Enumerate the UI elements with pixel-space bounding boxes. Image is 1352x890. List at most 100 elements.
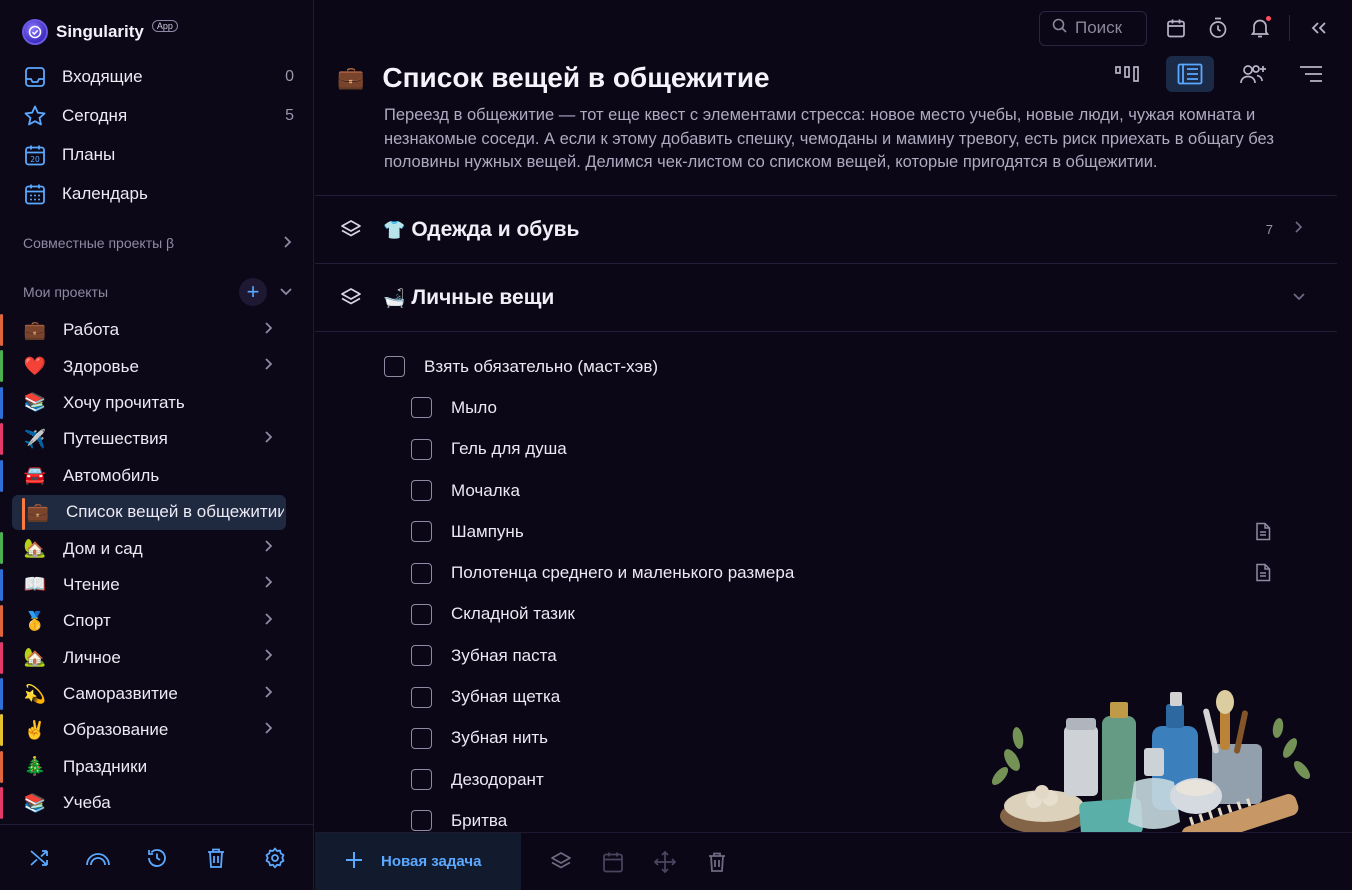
project-label: Путешествия	[63, 429, 168, 449]
nav-item-calendar[interactable]: Календарь	[0, 174, 314, 213]
chevron-right-icon[interactable]	[264, 685, 274, 704]
project-emoji: 💼	[26, 501, 50, 523]
chevron-down-icon[interactable]	[1291, 289, 1307, 307]
project-color-bar	[0, 605, 3, 638]
project-emoji: 📚	[23, 392, 47, 414]
project-item[interactable]: 🏡 Дом и сад	[0, 530, 314, 566]
project-emoji: 🏡	[23, 538, 47, 560]
list-view-icon[interactable]	[1166, 56, 1214, 92]
kanban-view-icon[interactable]	[1108, 56, 1146, 92]
nav-item-inbox[interactable]: Входящие 0	[0, 57, 314, 96]
svg-text:20: 20	[30, 155, 40, 164]
new-task-button[interactable]: Новая задача	[315, 832, 521, 890]
chevron-right-icon[interactable]	[264, 575, 274, 594]
move-icon[interactable]	[653, 850, 677, 874]
bell-icon[interactable]	[1247, 15, 1273, 41]
project-item[interactable]: 💼 Работа	[0, 312, 314, 348]
rainbow-icon[interactable]	[83, 843, 113, 873]
chevron-right-icon[interactable]	[264, 321, 274, 340]
chevron-right-icon[interactable]	[264, 539, 274, 558]
task-row[interactable]: Зубная паста	[315, 635, 1337, 676]
task-checkbox[interactable]	[411, 727, 432, 749]
group-title-text: Одежда и обувь	[411, 217, 580, 241]
my-projects-header: Мои проекты +	[23, 278, 293, 306]
parent-task-row[interactable]: Взять обязательно (маст-хэв)	[315, 346, 1337, 387]
search-box[interactable]: Поиск	[1039, 10, 1147, 46]
task-checkbox[interactable]	[411, 562, 432, 584]
note-icon[interactable]	[1255, 522, 1273, 542]
calendar-icon[interactable]	[1163, 15, 1189, 41]
project-item[interactable]: 🎄 Праздники	[0, 749, 314, 785]
project-emoji: ❤️	[23, 356, 47, 378]
chevron-right-icon[interactable]	[264, 430, 274, 449]
task-row[interactable]: Полотенца среднего и маленького размера	[315, 552, 1337, 593]
sort-icon[interactable]	[1292, 56, 1330, 92]
star-icon	[22, 103, 48, 129]
calendar-icon[interactable]	[601, 850, 625, 874]
task-checkbox[interactable]	[411, 645, 432, 667]
note-icon[interactable]	[1255, 563, 1273, 583]
task-row[interactable]: Складной тазик	[315, 594, 1337, 635]
assign-user-icon[interactable]	[1234, 56, 1272, 92]
group-personal[interactable]: 🛁 Личные вещи	[315, 263, 1337, 331]
chevron-right-icon[interactable]	[264, 648, 274, 667]
collapse-sidebar-icon[interactable]	[1306, 15, 1332, 41]
project-item[interactable]: ❤️ Здоровье	[0, 348, 314, 384]
layers-icon[interactable]	[549, 850, 573, 874]
project-color-bar	[0, 350, 3, 383]
project-label: Образование	[63, 720, 169, 740]
nav-item-plans[interactable]: 20 Планы	[0, 135, 314, 174]
group-clothes[interactable]: 👕 Одежда и обувь 7	[315, 195, 1337, 263]
project-item[interactable]: 🥇 Спорт	[0, 603, 314, 639]
settings-gear-icon[interactable]	[260, 843, 290, 873]
toolbar-divider	[1289, 15, 1290, 41]
shared-projects-header[interactable]: Совместные проекты β	[23, 231, 293, 255]
task-row[interactable]: Мочалка	[315, 470, 1337, 511]
task-checkbox[interactable]	[411, 810, 432, 832]
project-color-bar	[0, 314, 3, 346]
chevron-right-icon[interactable]	[1291, 220, 1307, 239]
page-title[interactable]: Список вещей в общежитие	[382, 62, 769, 94]
timer-icon[interactable]	[1205, 15, 1231, 41]
chevron-down-icon[interactable]	[279, 284, 293, 300]
task-checkbox[interactable]	[411, 686, 432, 708]
project-item[interactable]: 🚘 Автомобиль	[0, 458, 314, 494]
task-checkbox[interactable]	[411, 521, 432, 543]
task-row[interactable]: Шампунь	[315, 511, 1337, 552]
task-checkbox[interactable]	[411, 397, 432, 419]
task-checkbox[interactable]	[411, 769, 432, 791]
brand[interactable]: Singularity App	[22, 18, 178, 46]
task-row[interactable]: Мыло	[315, 387, 1337, 428]
chevron-right-icon[interactable]	[264, 357, 274, 376]
task-checkbox[interactable]	[384, 356, 405, 378]
project-item[interactable]: 💫 Саморазвитие	[0, 676, 314, 712]
main-nav: Входящие 0 Сегодня 5 20 Планы Календарь	[0, 57, 314, 213]
project-label: Хочу прочитать	[63, 392, 185, 412]
task-label: Мочалка	[451, 480, 520, 500]
sidebar: Singularity App Входящие 0 Сегодня 5 20 …	[0, 0, 314, 890]
project-description[interactable]: Переезд в общежитие — тот еще квест с эл…	[384, 104, 1334, 175]
task-checkbox[interactable]	[411, 480, 432, 502]
app-badge: App	[151, 20, 178, 32]
view-switcher	[1108, 56, 1330, 92]
chevron-right-icon[interactable]	[264, 612, 274, 631]
nav-item-today[interactable]: Сегодня 5	[0, 96, 314, 135]
task-row[interactable]: Гель для душа	[315, 429, 1337, 470]
history-icon[interactable]	[142, 843, 172, 873]
shuffle-icon[interactable]	[24, 843, 54, 873]
page-header: 💼 Список вещей в общежитие	[337, 58, 770, 98]
task-checkbox[interactable]	[411, 603, 432, 625]
project-item[interactable]: 📖 Чтение	[0, 567, 314, 603]
chevron-right-icon[interactable]	[264, 721, 274, 740]
add-project-button[interactable]: +	[239, 278, 267, 306]
project-item[interactable]: 💼 Список вещей в общежитии	[0, 494, 314, 531]
project-item[interactable]: ✌️ Образование	[0, 712, 314, 748]
task-checkbox[interactable]	[411, 438, 432, 460]
project-item[interactable]: 🏡 Личное	[0, 640, 314, 676]
new-task-label: Новая задача	[381, 853, 482, 870]
project-item[interactable]: 📚 Хочу прочитать	[0, 385, 314, 421]
trash-icon[interactable]	[201, 843, 231, 873]
trash-icon[interactable]	[705, 850, 729, 874]
project-item[interactable]: ✈️ Путешествия	[0, 421, 314, 457]
project-item[interactable]: 📚 Учеба	[0, 785, 314, 821]
